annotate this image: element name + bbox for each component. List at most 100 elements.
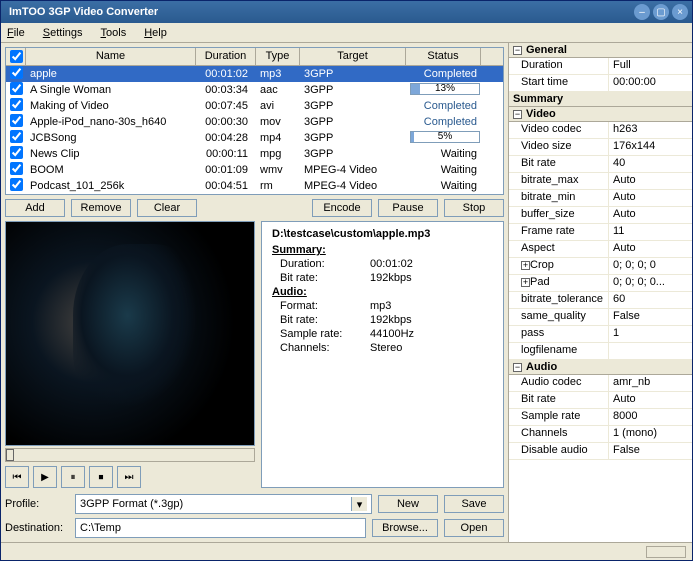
header-duration[interactable]: Duration bbox=[196, 48, 256, 65]
table-row[interactable]: A Single Woman00:03:34aac3GPP13% bbox=[6, 82, 503, 98]
row-duration: 00:00:11 bbox=[196, 147, 256, 161]
abitrate-label: Bit rate: bbox=[280, 314, 370, 326]
row-duration: 00:01:09 bbox=[196, 163, 256, 177]
profile-label: Profile: bbox=[5, 498, 69, 510]
row-duration: 00:04:51 bbox=[196, 179, 256, 193]
header-target[interactable]: Target bbox=[300, 48, 406, 65]
row-target: 3GPP bbox=[300, 115, 406, 129]
duration-value: 00:01:02 bbox=[370, 258, 413, 270]
section-video[interactable]: −Video bbox=[509, 107, 692, 122]
row-target: MPEG-4 Video bbox=[300, 179, 406, 193]
row-status: Waiting bbox=[406, 147, 481, 161]
collapse-icon[interactable]: − bbox=[513, 110, 522, 119]
format-label: Format: bbox=[280, 300, 370, 312]
forward-icon[interactable]: ⏭ bbox=[117, 466, 141, 488]
stop-button[interactable]: Stop bbox=[444, 199, 504, 217]
table-row[interactable]: News Clip00:00:11mpg3GPPWaiting bbox=[6, 146, 503, 162]
row-type: rm bbox=[256, 179, 300, 193]
abitrate-value: 192kbps bbox=[370, 314, 412, 326]
destination-input[interactable]: C:\Temp bbox=[75, 518, 366, 538]
grid-header: Name Duration Type Target Status bbox=[6, 48, 503, 66]
row-duration: 00:04:28 bbox=[196, 131, 256, 145]
table-row[interactable]: apple00:01:02mp33GPPCompleted bbox=[6, 66, 503, 82]
row-name: BOOM bbox=[26, 163, 196, 177]
row-target: 3GPP bbox=[300, 99, 406, 113]
chevron-down-icon[interactable]: ▾ bbox=[351, 497, 367, 511]
open-button[interactable]: Open bbox=[444, 519, 504, 537]
srate-value: 44100Hz bbox=[370, 328, 414, 340]
remove-button[interactable]: Remove bbox=[71, 199, 131, 217]
menu-tools[interactable]: Tools bbox=[101, 27, 127, 39]
file-grid: Name Duration Type Target Status apple00… bbox=[5, 47, 504, 195]
row-type: avi bbox=[256, 99, 300, 113]
expand-icon[interactable]: + bbox=[521, 278, 530, 287]
section-audio[interactable]: −Audio bbox=[509, 360, 692, 375]
menubar: File Settings Tools Help bbox=[1, 23, 692, 43]
table-row[interactable]: BOOM00:01:09wmvMPEG-4 VideoWaiting bbox=[6, 162, 503, 178]
bitrate-label: Bit rate: bbox=[280, 272, 370, 284]
rewind-icon[interactable]: ⏮ bbox=[5, 466, 29, 488]
menu-help[interactable]: Help bbox=[144, 27, 167, 39]
add-button[interactable]: Add bbox=[5, 199, 65, 217]
row-target: 3GPP bbox=[300, 67, 406, 81]
audio-header: Audio: bbox=[272, 286, 493, 298]
row-name: Podcast_101_256k bbox=[26, 179, 196, 193]
play-icon[interactable]: ▶ bbox=[33, 466, 57, 488]
new-button[interactable]: New bbox=[378, 495, 438, 513]
pause-icon[interactable]: ⏸ bbox=[61, 466, 85, 488]
row-name: JCBSong bbox=[26, 131, 196, 145]
row-status: Waiting bbox=[406, 179, 481, 193]
row-target: 3GPP bbox=[300, 83, 406, 97]
table-row[interactable]: JCBSong00:04:28mp43GPP5% bbox=[6, 130, 503, 146]
row-status: Completed bbox=[406, 99, 481, 113]
destination-label: Destination: bbox=[5, 522, 69, 534]
row-name: A Single Woman bbox=[26, 83, 196, 97]
clear-button[interactable]: Clear bbox=[137, 199, 197, 217]
properties-panel: −General DurationFull Start time00:00:00… bbox=[508, 43, 692, 542]
playback-controls: ⏮ ▶ ⏸ ⏹ ⏭ bbox=[5, 466, 255, 488]
resize-grip-icon[interactable] bbox=[646, 546, 686, 558]
menu-settings[interactable]: Settings bbox=[43, 27, 83, 39]
bitrate-value: 192kbps bbox=[370, 272, 412, 284]
row-name: Apple-iPod_nano-30s_h640 bbox=[26, 115, 196, 129]
srate-label: Sample rate: bbox=[280, 328, 370, 340]
maximize-icon[interactable]: ▢ bbox=[653, 4, 669, 20]
encode-button[interactable]: Encode bbox=[312, 199, 372, 217]
summary-header: Summary: bbox=[272, 244, 493, 256]
channels-label: Channels: bbox=[280, 342, 370, 354]
row-status: 5% bbox=[406, 130, 481, 147]
titlebar: ImTOO 3GP Video Converter – ▢ × bbox=[1, 1, 692, 23]
browse-button[interactable]: Browse... bbox=[372, 519, 438, 537]
profile-select[interactable]: 3GPP Format (*.3gp)▾ bbox=[75, 494, 372, 514]
row-check[interactable] bbox=[6, 177, 26, 195]
seek-slider[interactable] bbox=[5, 448, 255, 462]
header-name[interactable]: Name bbox=[26, 48, 196, 65]
pause-button[interactable]: Pause bbox=[378, 199, 438, 217]
row-type: wmv bbox=[256, 163, 300, 177]
menu-file[interactable]: File bbox=[7, 27, 25, 39]
section-general[interactable]: −General bbox=[509, 43, 692, 58]
table-row[interactable]: Apple-iPod_nano-30s_h64000:00:30mov3GPPC… bbox=[6, 114, 503, 130]
row-target: 3GPP bbox=[300, 131, 406, 145]
minimize-icon[interactable]: – bbox=[634, 4, 650, 20]
close-icon[interactable]: × bbox=[672, 4, 688, 20]
row-duration: 00:03:34 bbox=[196, 83, 256, 97]
collapse-icon[interactable]: − bbox=[513, 363, 522, 372]
section-summary[interactable]: Summary bbox=[509, 92, 692, 107]
file-path: D:\testcase\custom\apple.mp3 bbox=[272, 228, 493, 240]
row-type: mp4 bbox=[256, 131, 300, 145]
header-status[interactable]: Status bbox=[406, 48, 481, 65]
header-check[interactable] bbox=[6, 48, 26, 65]
collapse-icon[interactable]: − bbox=[513, 46, 522, 55]
row-duration: 00:01:02 bbox=[196, 67, 256, 81]
row-status: 13% bbox=[406, 82, 481, 99]
header-type[interactable]: Type bbox=[256, 48, 300, 65]
save-button[interactable]: Save bbox=[444, 495, 504, 513]
expand-icon[interactable]: + bbox=[521, 261, 530, 270]
table-row[interactable]: Podcast_101_256k00:04:51rmMPEG-4 VideoWa… bbox=[6, 178, 503, 194]
action-row: Add Remove Clear Encode Pause Stop bbox=[5, 199, 504, 217]
table-row[interactable]: Making of Video00:07:45avi3GPPCompleted bbox=[6, 98, 503, 114]
details-panel: D:\testcase\custom\apple.mp3 Summary: Du… bbox=[261, 221, 504, 488]
stop-icon[interactable]: ⏹ bbox=[89, 466, 113, 488]
row-status: Waiting bbox=[406, 163, 481, 177]
